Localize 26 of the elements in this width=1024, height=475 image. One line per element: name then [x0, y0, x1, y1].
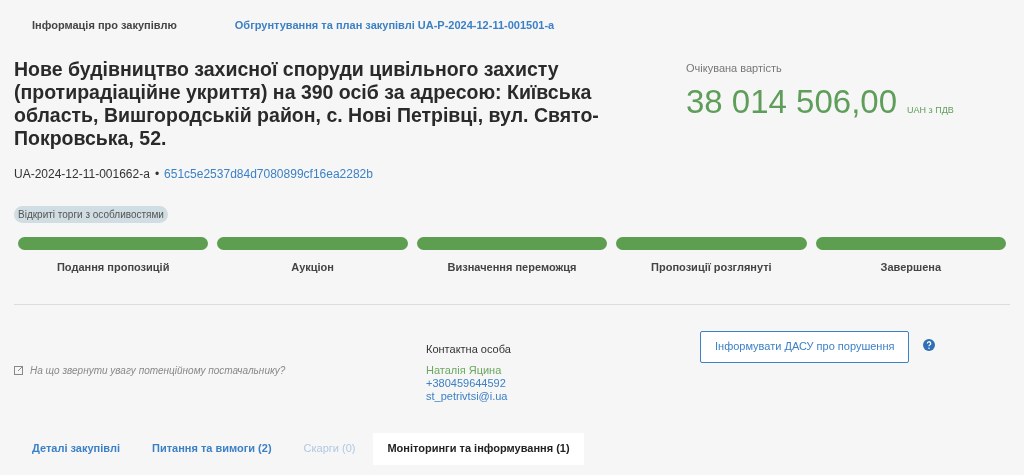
content-tab[interactable]: Деталі закупівлі: [18, 432, 134, 465]
report-button[interactable]: Інформувати ДАСУ про порушення: [700, 330, 910, 363]
top-tab[interactable]: Інформація про закупівлю: [20, 14, 189, 37]
stage-label: Пропозиції розглянуті: [651, 260, 772, 275]
stage-label: Завершена: [880, 260, 942, 275]
contact-phone[interactable]: +380459644592: [426, 376, 700, 390]
expected-value-amount: 38 014 506,00: [686, 81, 898, 122]
content-tab[interactable]: Моніторинги та інформування (1): [373, 432, 584, 465]
top-tab[interactable]: Обгрунтування та план закупівлі UA-P-2024-12-11-001501-a: [222, 14, 567, 37]
hash-link[interactable]: 651c5e2537d84d7080899cf16ea2282b: [164, 165, 373, 183]
procedure-badge: Відкриті торги з особливостями: [14, 206, 168, 223]
help-icon[interactable]: [923, 338, 936, 351]
edit-icon: [14, 365, 24, 375]
stage-label: Подання пропозицій: [56, 260, 170, 275]
contact-name: Наталія Яцина: [426, 363, 503, 377]
stage-label: Аукціон: [291, 260, 334, 275]
separator-dot: •: [154, 166, 160, 183]
content-tab[interactable]: Питання та вимоги (2): [138, 432, 286, 465]
stage-label: Визначення переможця: [447, 260, 577, 275]
contact-heading: Контактна особа: [426, 342, 512, 356]
supplier-hint: На що звернути увагу потенційному постачальнику?: [30, 363, 286, 378]
expected-value-label: Очікувана вартість: [686, 61, 783, 76]
tender-id: UA-2024-12-11-001662-a: [14, 166, 150, 183]
contact-email[interactable]: st_petrivtsi@i.ua: [426, 389, 700, 403]
tender-title: Нове будівництво захисної споруди цивільного захисту (протирадіаційне укриття) на 390 осіб за адресою: Київська область, Вишгородській район, с. Нові Петрівці, вул. Свято-Покровська, 52.: [14, 58, 600, 150]
currency-label: UAH з ПДВ: [907, 103, 954, 117]
